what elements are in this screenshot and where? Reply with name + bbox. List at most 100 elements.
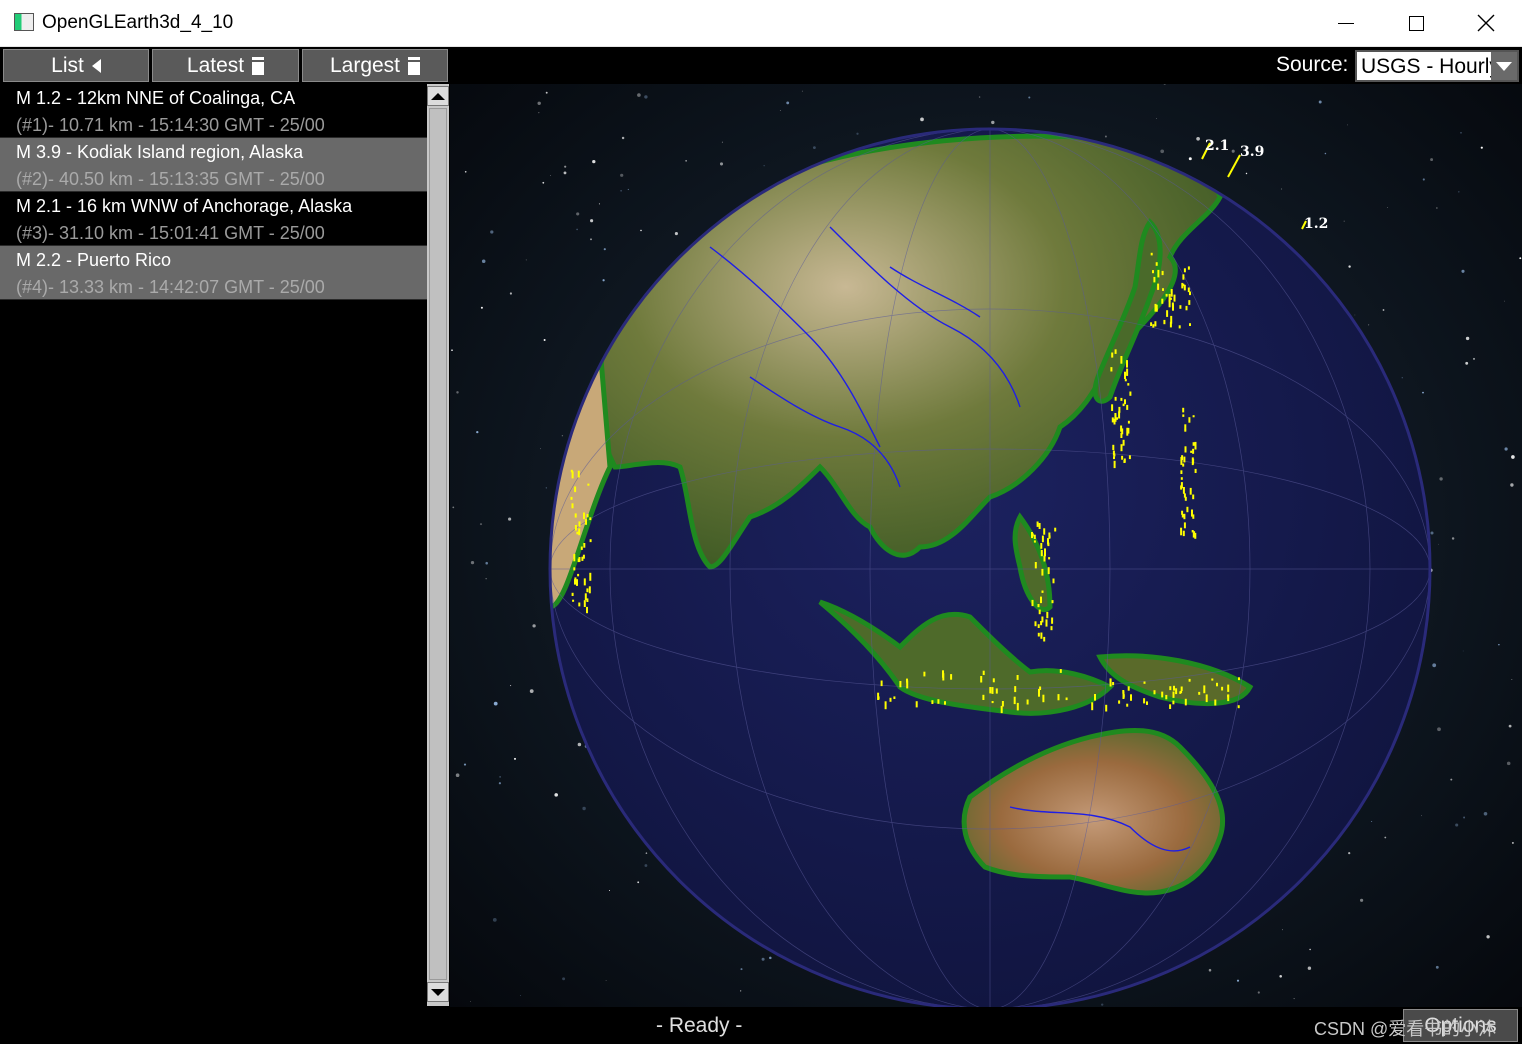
quake-marker	[1114, 349, 1117, 354]
star	[1461, 269, 1465, 273]
quake-marker	[1040, 596, 1042, 604]
quake-marker	[906, 680, 909, 689]
star	[1309, 948, 1311, 951]
close-button[interactable]	[1451, 0, 1521, 46]
quake-marker	[950, 674, 953, 680]
quake-marker	[1194, 441, 1197, 450]
star	[640, 229, 642, 232]
star	[721, 141, 723, 143]
collapse-left-icon	[91, 58, 101, 73]
quake-marker	[1057, 694, 1060, 701]
list-item[interactable]: M 2.1 - 16 km WNW of Anchorage, Alaska (…	[0, 192, 427, 246]
quake-marker	[1034, 621, 1037, 627]
quake-marker	[1153, 276, 1156, 283]
star	[1510, 483, 1514, 487]
quake-marker	[1181, 282, 1184, 289]
globe-canvas[interactable]: 2.1 3.9 1.2	[450, 47, 1522, 1007]
star	[493, 701, 498, 706]
star	[540, 448, 541, 450]
globe-viewport[interactable]: 2.1 3.9 1.2	[450, 47, 1522, 1007]
star	[1421, 815, 1423, 817]
quake-marker	[1037, 632, 1040, 637]
star	[1422, 178, 1425, 181]
list-item[interactable]: M 3.9 - Kodiak Island region, Alaska (#2…	[0, 138, 427, 192]
scroll-down-button[interactable]	[427, 982, 449, 1002]
quake-marker	[942, 673, 945, 681]
quake-marker	[1033, 534, 1036, 539]
list-item[interactable]: M 1.2 - 12km NNE of Coalinga, CA (#1)- 1…	[0, 84, 427, 138]
quake-marker	[1124, 378, 1127, 382]
quake-marker	[586, 514, 589, 518]
quake-marker	[1180, 477, 1183, 480]
quake-marker	[1091, 702, 1094, 711]
globe	[548, 127, 1432, 1007]
minimize-button[interactable]	[1311, 0, 1381, 46]
list-button[interactable]: List	[3, 49, 149, 82]
quake-marker	[1227, 694, 1230, 698]
quake-marker	[1161, 298, 1164, 304]
arrow-up-icon	[431, 92, 445, 100]
star	[451, 349, 453, 352]
star	[590, 238, 592, 241]
quake-marker	[576, 531, 579, 535]
quake-marker	[1110, 367, 1113, 372]
star	[605, 980, 607, 982]
star	[550, 175, 552, 176]
list-item[interactable]: M 2.2 - Puerto Rico (#4)- 13.33 km - 14:…	[0, 246, 427, 300]
scroll-up-button[interactable]	[427, 86, 449, 106]
quake-marker	[1105, 704, 1108, 712]
star	[520, 995, 521, 996]
star	[1430, 158, 1434, 162]
quake-marker	[889, 697, 892, 702]
earthquake-list: M 1.2 - 12km NNE of Coalinga, CA (#1)- 1…	[0, 84, 427, 1006]
quake-marker	[1194, 468, 1197, 473]
quake-marker	[1127, 383, 1130, 386]
quake-marker	[1192, 415, 1195, 418]
quake-marker	[577, 470, 580, 478]
quake-marker	[1044, 548, 1046, 552]
star	[542, 181, 545, 184]
latest-button[interactable]: Latest	[152, 49, 299, 82]
star	[577, 742, 582, 747]
quake-marker	[1120, 397, 1123, 401]
star	[537, 101, 541, 106]
quake-marker	[1111, 417, 1114, 423]
star	[1387, 207, 1388, 208]
quake-marker	[1014, 686, 1017, 693]
quake-marker	[880, 680, 883, 687]
star	[538, 112, 540, 114]
star	[452, 506, 455, 509]
quake-marker	[1183, 513, 1186, 520]
star	[1506, 761, 1511, 766]
list-scrollbar[interactable]	[427, 84, 449, 1006]
quake-marker	[1033, 540, 1036, 543]
star	[485, 578, 487, 580]
maximize-button[interactable]	[1381, 0, 1451, 46]
quake-marker	[1221, 686, 1224, 691]
star	[1208, 968, 1212, 972]
quake-marker	[1130, 694, 1132, 701]
star	[1486, 935, 1490, 939]
quake-marker	[574, 525, 577, 531]
scroll-thumb[interactable]	[429, 108, 447, 980]
quake-marker	[1041, 616, 1044, 623]
quake-marker	[1034, 562, 1037, 569]
quake-marker	[574, 513, 577, 518]
star	[1432, 663, 1437, 668]
quake-marker	[1169, 704, 1172, 709]
source-label: Source:	[1276, 53, 1349, 76]
quake-marker	[1182, 487, 1185, 494]
star	[456, 391, 459, 394]
source-dropdown[interactable]: USGS - Hourly	[1355, 50, 1519, 82]
largest-button[interactable]: Largest	[302, 49, 448, 82]
quake-marker	[583, 543, 586, 548]
app-icon	[14, 13, 34, 31]
quake-marker	[571, 592, 574, 596]
quake-marker	[1123, 458, 1126, 463]
star	[562, 977, 566, 981]
quake-marker	[1172, 700, 1175, 705]
quake-marker	[1190, 450, 1193, 453]
star	[576, 212, 580, 216]
quake-marker	[1041, 568, 1044, 576]
quake-marker	[1169, 686, 1172, 691]
